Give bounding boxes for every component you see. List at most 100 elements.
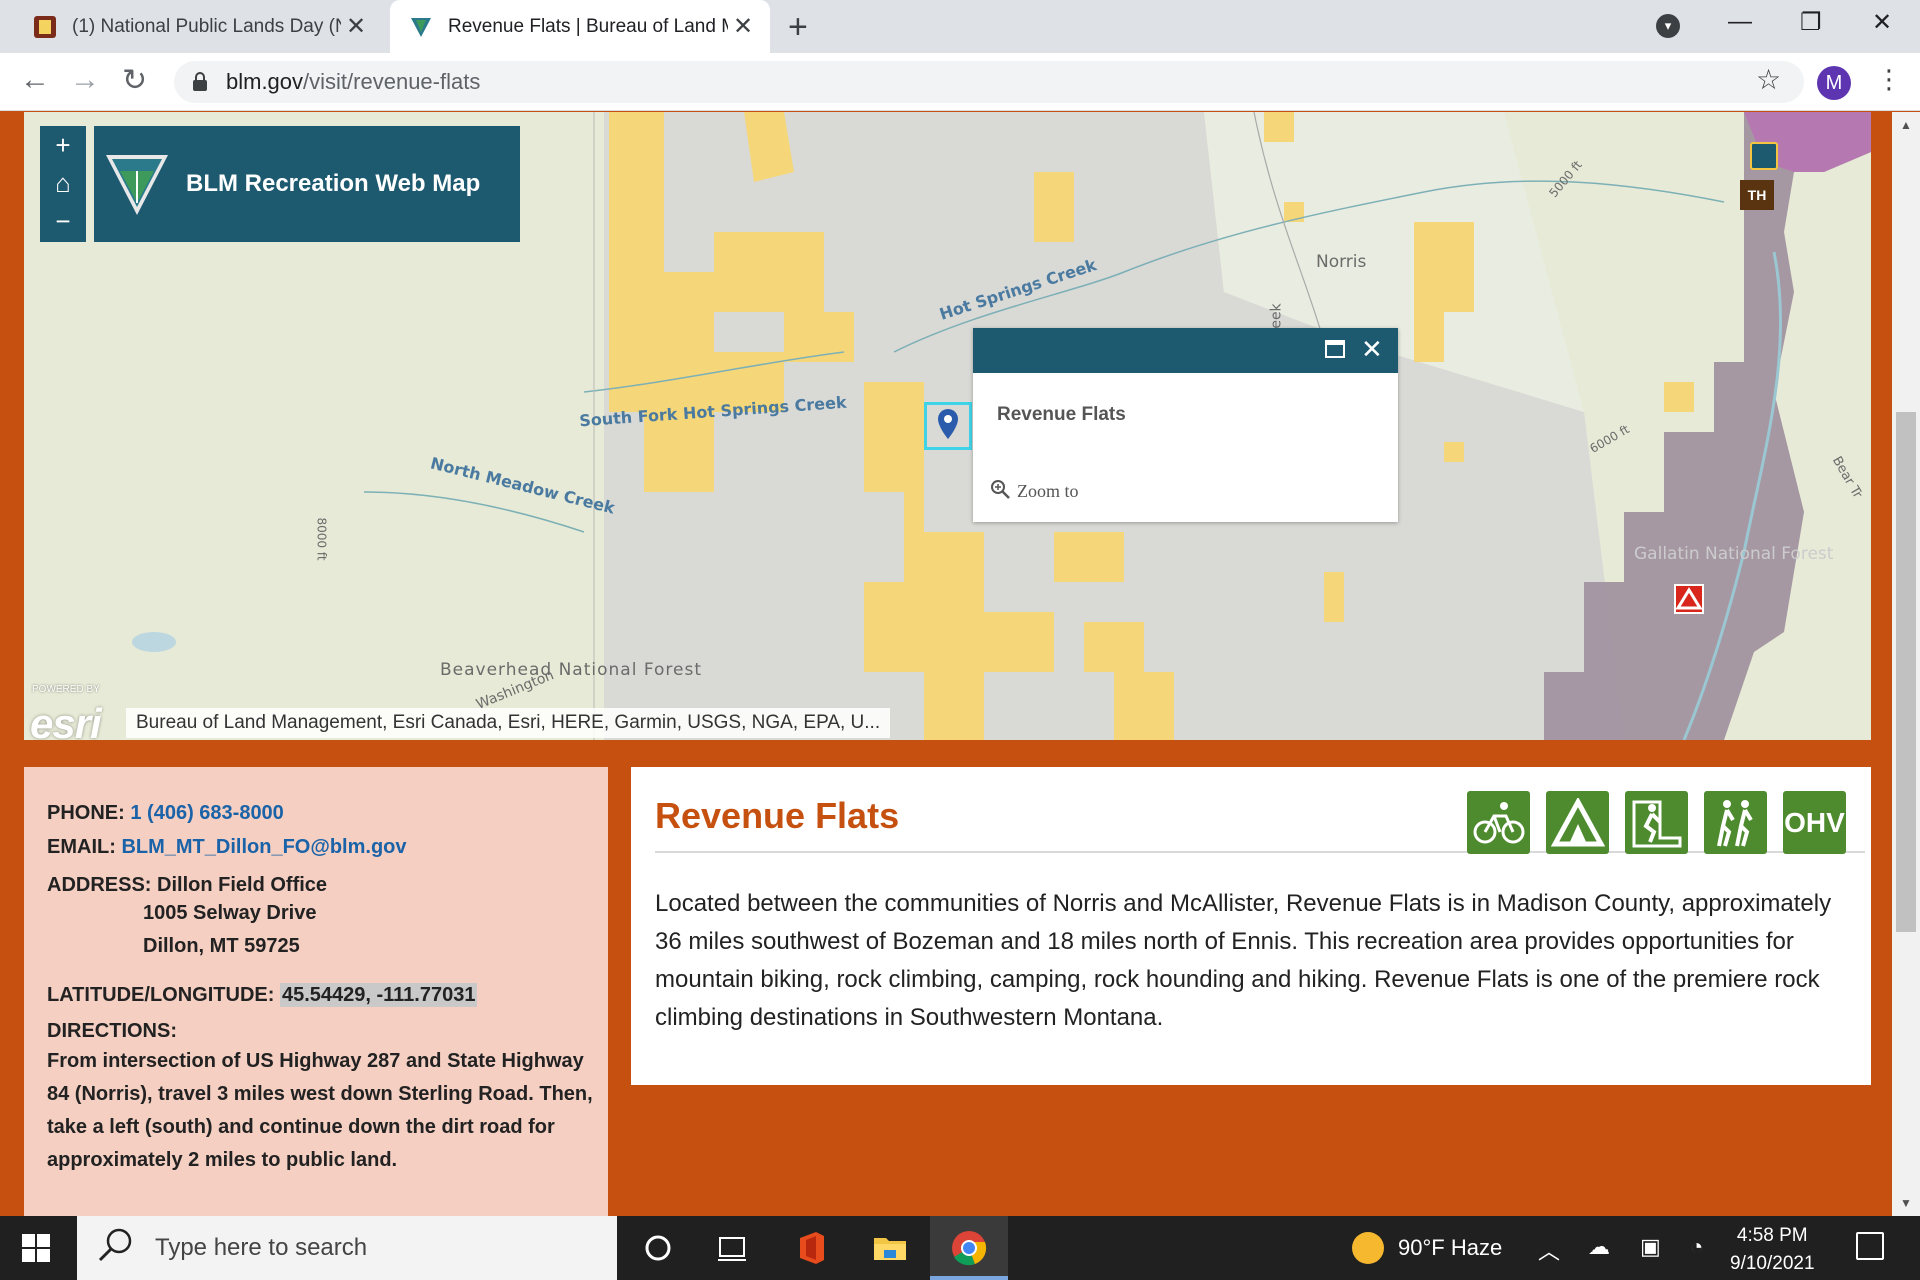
tab-national-public-lands-day[interactable]: (1) National Public Lands Day (NP ✕ [18,0,383,53]
hiking-icon[interactable] [1704,791,1767,854]
file-explorer-icon[interactable] [872,1230,908,1266]
scroll-down-icon[interactable]: ▼ [1900,1196,1912,1210]
tab-title: Revenue Flats | Bureau of Land M [448,15,728,37]
page-content: Norris Hot Springs Creek South Fork Hot … [0,112,1892,1216]
address-line-1: Dillon Field Office [157,874,328,896]
map-title: BLM Recreation Web Map [186,170,481,197]
mountain-biking-icon[interactable] [1467,791,1530,854]
latlong-row: LATITUDE/LONGITUDE: 45.54429, -111.77031 [47,983,608,1007]
description-panel: Revenue Flats OHV Located between the co… [631,767,1871,1085]
zoom-to-link[interactable]: Zoom to [989,478,1079,505]
email-link[interactable]: BLM_MT_Dillon_FO@blm.gov [121,836,406,858]
clock-time: 4:58 PM [1736,1225,1808,1246]
facebook-icon [32,14,58,40]
address-line-3: Dillon, MT 59725 [143,935,300,957]
directions-label: DIRECTIONS: [47,1020,177,1042]
zoom-magnifier-icon [989,478,1011,505]
new-tab-button[interactable]: + [788,8,808,47]
rock-climbing-icon[interactable] [1625,791,1688,854]
phone-link[interactable]: 1 (406) 683-8000 [130,802,283,824]
browser-menu-icon[interactable]: ⋮ [1876,64,1902,95]
office-icon[interactable] [794,1230,830,1266]
back-icon[interactable]: ← [20,63,50,97]
cortana-icon[interactable] [640,1230,676,1266]
blm-shield-icon [408,14,434,40]
description-text: Located between the communities of Norri… [655,890,1832,1031]
url-path: /visit/revenue-flats [303,69,481,94]
webcam-icon[interactable]: ▣ [1640,1234,1661,1260]
tab-close-icon[interactable]: ✕ [341,12,371,41]
map-label-gallatin: Gallatin National Forest [1634,544,1834,564]
onedrive-sync-icon[interactable]: ☁ [1588,1234,1610,1260]
restore-icon[interactable]: ❐ [1800,8,1822,37]
email-label: EMAIL: [47,836,116,858]
notification-center-icon[interactable] [1856,1232,1884,1260]
map-attribution: POWERED BY esri Bureau of Land Managemen… [24,684,1871,740]
page-scrollbar[interactable]: ▲ ▼ [1892,112,1920,1216]
contact-panel: PHONE: 1 (406) 683-8000 EMAIL: BLM_MT_Di… [24,767,608,1216]
haze-weather-icon [1352,1232,1384,1264]
latlong-label: LATITUDE/LONGITUDE: [47,984,275,1006]
map-label-elevation: 8000 ft [314,517,329,561]
address-label: ADDRESS: [47,874,152,896]
recreation-web-map[interactable]: Norris Hot Springs Creek South Fork Hot … [24,112,1871,740]
weather-widget[interactable]: 90°F Haze [1352,1232,1502,1264]
map-zoom-controls: + ⌂ − [40,126,86,242]
map-label-creek-fragment: eek [1268,303,1285,329]
profile-avatar[interactable]: M [1817,66,1851,100]
clock-date: 9/10/2021 [1730,1253,1815,1274]
system-clock[interactable]: 4:58 PM 9/10/2021 [1730,1222,1815,1278]
windows-taskbar: Type here to search 90°F Haze ︿ ☁ ▣ ◔ 4:… [0,1216,1920,1280]
reload-icon[interactable]: ↻ [122,63,147,98]
address-row: ADDRESS: Dillon Field Office [47,873,608,897]
maximize-icon[interactable] [1325,340,1345,358]
zoom-in-button[interactable]: + [40,126,86,164]
home-button[interactable]: ⌂ [40,164,86,202]
ohv-icon[interactable]: OHV [1783,791,1846,854]
selected-feature-highlight[interactable] [924,402,972,450]
esri-powered-by: POWERED BY [32,684,100,695]
chrome-taskbar-button[interactable] [930,1216,1008,1280]
taskbar-search[interactable]: Type here to search [77,1216,617,1280]
phone-label: PHONE: [47,802,125,824]
boat-launch-icon[interactable] [1750,142,1778,170]
weather-text: 90°F Haze [1398,1235,1503,1260]
search-icon [97,1227,133,1270]
page-title: Revenue Flats [655,795,900,836]
show-hidden-icons-icon[interactable]: ︿ [1538,1234,1560,1266]
tab-title: (1) National Public Lands Day (NP [72,15,341,37]
windows-start-icon[interactable] [22,1234,50,1267]
window-close-icon[interactable]: ✕ [1872,8,1892,37]
search-placeholder: Type here to search [155,1234,368,1261]
email-row: EMAIL: BLM_MT_Dillon_FO@blm.gov [47,835,608,859]
tab-close-icon[interactable]: ✕ [728,12,758,41]
chrome-icon [952,1231,987,1266]
tab-revenue-flats[interactable]: Revenue Flats | Bureau of Land M ✕ [390,0,770,53]
camping-icon[interactable] [1546,791,1609,854]
map-label-beaverhead: Beaverhead National Forest [440,660,703,680]
map-title-panel: BLM Recreation Web Map [94,126,520,242]
blm-logo-icon [102,149,172,219]
attribution-text[interactable]: Bureau of Land Management, Esri Canada, … [126,708,891,738]
trailhead-icon[interactable]: TH [1740,180,1774,210]
latlong-value: 45.54429, -111.77031 [279,983,478,1007]
lock-icon [192,72,210,92]
minimize-icon[interactable]: — [1728,8,1752,36]
directions-text: From intersection of US Highway 287 and … [47,1050,593,1171]
browser-tab-bar: (1) National Public Lands Day (NP ✕ Reve… [0,0,1920,53]
popup-close-icon[interactable]: ✕ [1361,334,1383,365]
address-bar[interactable]: blm.gov/visit/revenue-flats [174,61,1804,103]
browser-toolbar: ← → ↻ blm.gov/visit/revenue-flats ☆ [0,53,1920,111]
esri-logo[interactable]: esri [30,700,102,740]
forward-icon[interactable]: → [70,63,100,97]
zoom-to-label: Zoom to [1017,481,1079,501]
campground-icon[interactable] [1674,584,1704,614]
tab-search-icon[interactable]: ▾ [1656,14,1680,38]
task-view-icon[interactable] [714,1230,750,1266]
zoom-out-button[interactable]: − [40,202,86,240]
scrollbar-thumb[interactable] [1896,412,1916,932]
popup-header: ✕ [973,328,1398,373]
wifi-icon[interactable]: ◔ [1690,1234,1703,1260]
bookmark-star-icon[interactable]: ☆ [1756,63,1781,96]
scroll-up-icon[interactable]: ▲ [1900,118,1912,132]
